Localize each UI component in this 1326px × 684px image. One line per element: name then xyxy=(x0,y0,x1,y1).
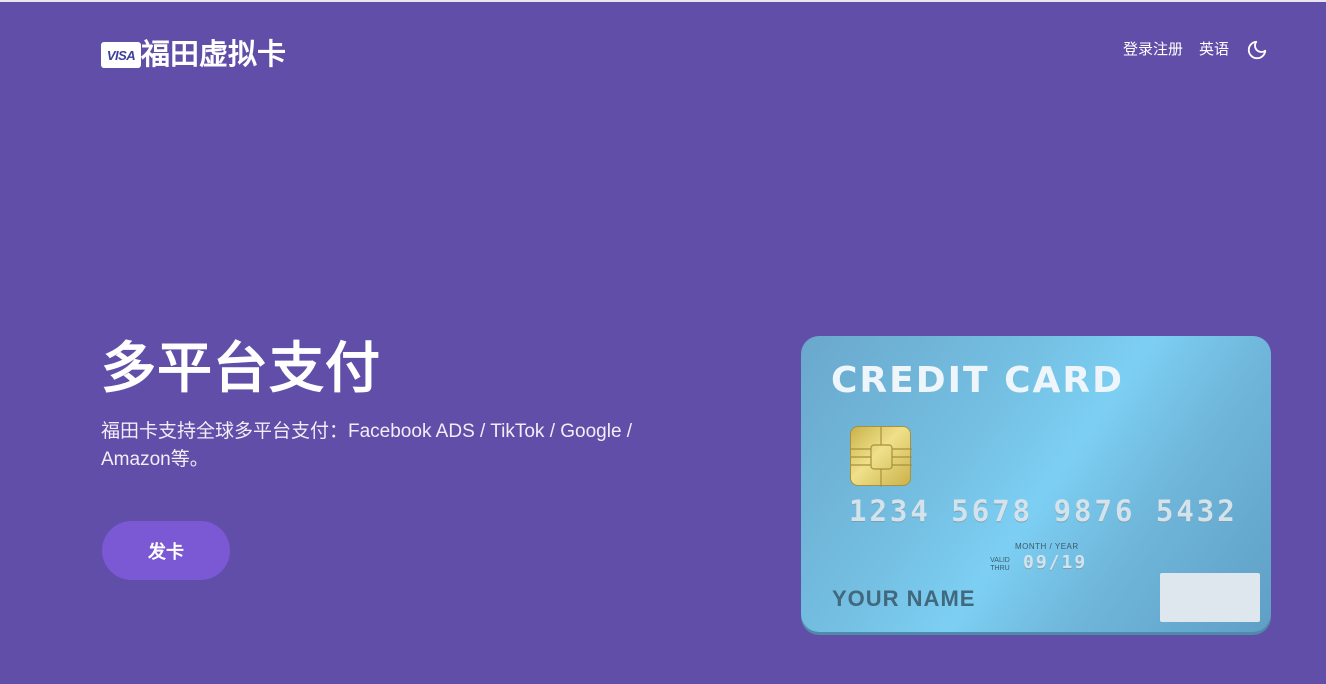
brand-logo[interactable]: VISA 福田虚拟卡 xyxy=(101,38,286,72)
month-year-label: MONTH / YEAR xyxy=(1015,542,1079,551)
credit-card-illustration: CREDIT CARD 1234 5678 9876 5432 MONTH / … xyxy=(801,336,1271,632)
page: VISA 福田虚拟卡 登录注册 英语 多平台支付 福田卡支持全球多平台支付：Fa… xyxy=(0,0,1326,684)
card-expiry: 09/19 xyxy=(1023,552,1088,573)
card-signature-box xyxy=(1160,573,1260,622)
valid-thru-label: VALID THRU xyxy=(990,557,1010,572)
chip-icon xyxy=(850,426,912,487)
brand-name: 福田虚拟卡 xyxy=(141,39,287,71)
hero-title: 多平台支付 xyxy=(101,337,382,399)
top-nav: 登录注册 英语 xyxy=(1123,38,1269,62)
hero-description: 福田卡支持全球多平台支付：Facebook ADS / TikTok / Goo… xyxy=(101,421,633,470)
login-register-link[interactable]: 登录注册 xyxy=(1123,40,1183,60)
language-link[interactable]: 英语 xyxy=(1199,40,1229,60)
moon-icon[interactable] xyxy=(1245,38,1269,62)
issue-card-button[interactable]: 发卡 xyxy=(102,521,230,580)
card-holder-name: YOUR NAME xyxy=(832,586,976,611)
visa-badge-icon: VISA xyxy=(101,42,141,68)
card-title: CREDIT CARD xyxy=(831,360,1124,401)
card-number: 1234 5678 9876 5432 xyxy=(849,494,1238,528)
